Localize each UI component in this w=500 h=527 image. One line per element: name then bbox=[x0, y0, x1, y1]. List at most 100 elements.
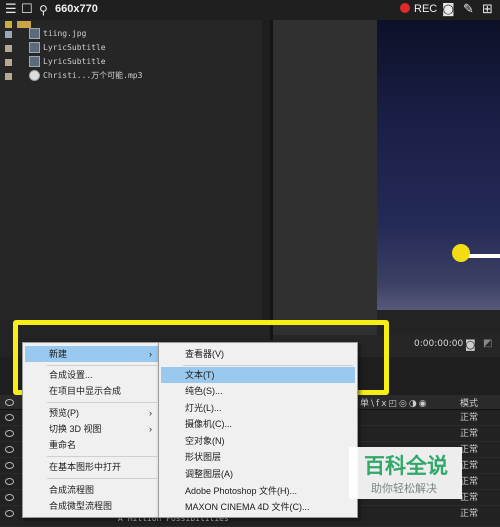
image-file-icon bbox=[29, 28, 40, 39]
menu-item-label: 重命名 bbox=[49, 440, 77, 450]
submenu-item-solid[interactable]: 纯色(S)... bbox=[161, 383, 355, 399]
menu-item-label: 合成微型流程图 bbox=[49, 501, 113, 511]
menu-item-rename[interactable]: 重命名 bbox=[25, 437, 158, 453]
label-swatch bbox=[5, 31, 12, 38]
menu-item-label: 预览(P) bbox=[49, 408, 79, 418]
mode-value[interactable]: 正常 bbox=[460, 474, 478, 487]
anchor-handle[interactable] bbox=[452, 244, 470, 262]
menu-item-flowchart[interactable]: 合成流程图 bbox=[25, 482, 158, 498]
window-icon[interactable]: ☐ bbox=[21, 3, 33, 17]
submenu-item-cinema4d-file[interactable]: MAXON CINEMA 4D 文件(C)... bbox=[161, 499, 355, 515]
mode-value[interactable]: 正常 bbox=[460, 490, 478, 503]
watermark: 百科全说 助你轻松解决 bbox=[349, 447, 462, 499]
snapshot-icon[interactable]: ◙ bbox=[465, 338, 476, 351]
menu-item-label: 纯色(S)... bbox=[185, 386, 223, 396]
camera-icon[interactable]: ◙ bbox=[442, 3, 455, 17]
eye-icon[interactable] bbox=[5, 414, 14, 421]
menu-item-label: 合成设置... bbox=[49, 370, 93, 380]
submenu-item-null-object[interactable]: 空对象(N) bbox=[161, 433, 355, 449]
menu-separator bbox=[47, 478, 157, 479]
menu-item-open-in-essential-graphics[interactable]: 在基本图形中打开 bbox=[25, 459, 158, 475]
menu-separator bbox=[183, 365, 353, 366]
viewer-pasteboard bbox=[273, 20, 377, 340]
menu-separator bbox=[47, 402, 157, 403]
menu-item-label: MAXON CINEMA 4D 文件(C)... bbox=[185, 502, 310, 512]
project-item-name: LyricSubtitle bbox=[43, 43, 106, 52]
project-item-name: Christi...万个可能.mp3 bbox=[43, 71, 143, 80]
composition-icon bbox=[29, 42, 40, 53]
submenu-item-camera[interactable]: 摄像机(C)... bbox=[161, 416, 355, 432]
chevron-right-icon: › bbox=[149, 349, 152, 359]
composition-frame[interactable] bbox=[377, 20, 500, 310]
menu-item-reveal-in-project[interactable]: 在项目中显示合成 bbox=[25, 383, 158, 399]
chevron-right-icon: › bbox=[149, 424, 152, 434]
record-dot-icon bbox=[400, 3, 410, 13]
menu-item-preview[interactable]: 预览(P) › bbox=[25, 405, 158, 421]
record-label: REC bbox=[414, 3, 438, 15]
eye-icon[interactable] bbox=[5, 510, 14, 517]
menu-item-comp-settings[interactable]: 合成设置... bbox=[25, 367, 158, 383]
mode-value[interactable]: 正常 bbox=[460, 458, 478, 471]
menu-item-label: 摄像机(C)... bbox=[185, 419, 232, 429]
switch-icons: 单\fx◰◎◑◉ bbox=[360, 399, 429, 409]
menu-item-label: 灯光(L)... bbox=[185, 403, 222, 413]
menu-separator bbox=[47, 456, 157, 457]
eye-icon[interactable] bbox=[5, 494, 14, 501]
menu-separator bbox=[47, 365, 157, 366]
menu-item-label: 查看器(V) bbox=[185, 349, 224, 359]
submenu-item-adjustment-layer[interactable]: 调整图层(A) bbox=[161, 466, 355, 482]
menu-item-label: Adobe Photoshop 文件(H)... bbox=[185, 486, 298, 496]
menu-item-label: 新建 bbox=[49, 349, 68, 359]
menu-item-new[interactable]: 新建 › bbox=[25, 346, 158, 362]
mode-value[interactable]: 正常 bbox=[460, 506, 478, 519]
menu-item-mini-flowchart[interactable]: 合成微型流程图 bbox=[25, 498, 158, 514]
label-swatch bbox=[5, 73, 12, 80]
submenu-item-light[interactable]: 灯光(L)... bbox=[161, 400, 355, 416]
eye-icon[interactable] bbox=[5, 462, 14, 469]
overflow-icon[interactable]: ◩ bbox=[483, 338, 492, 349]
mode-column-header: 模式 bbox=[460, 399, 479, 409]
pen-icon[interactable]: ✎ bbox=[463, 3, 474, 17]
menu-item-label: 切换 3D 视图 bbox=[49, 424, 102, 434]
record-button[interactable]: REC bbox=[400, 3, 437, 15]
menu-item-label: 在基本图形中打开 bbox=[49, 462, 122, 472]
audio-file-icon bbox=[29, 70, 40, 81]
project-row[interactable]: LyricSubtitle bbox=[0, 55, 260, 69]
project-row[interactable]: tiing.jpg bbox=[0, 27, 260, 41]
watermark-subtitle: 助你轻松解决 bbox=[371, 482, 437, 495]
eye-icon bbox=[5, 399, 14, 406]
submenu-item-shape-layer[interactable]: 形状图层 bbox=[161, 449, 355, 465]
eye-icon[interactable] bbox=[5, 446, 14, 453]
mode-value[interactable]: 正常 bbox=[460, 442, 478, 455]
eye-icon[interactable] bbox=[5, 478, 14, 485]
timecode[interactable]: 0:00:00:00 bbox=[414, 339, 463, 349]
submenu-item-photoshop-file[interactable]: Adobe Photoshop 文件(H)... bbox=[161, 483, 355, 499]
menu-item-label: 文本(T) bbox=[185, 370, 215, 380]
mode-value[interactable]: 正常 bbox=[460, 410, 478, 423]
submenu-item-text[interactable]: 文本(T) bbox=[161, 367, 355, 383]
menu-item-label: 空对象(N) bbox=[185, 436, 225, 446]
project-scrollbar[interactable] bbox=[262, 20, 270, 320]
project-item-name: tiing.jpg bbox=[43, 29, 87, 38]
project-row[interactable]: Christi...万个可能.mp3 bbox=[0, 69, 260, 83]
menu-item-label: 合成流程图 bbox=[49, 485, 95, 495]
menu-item-label: 形状图层 bbox=[185, 452, 222, 462]
capture-size: 660x770 bbox=[55, 3, 98, 15]
label-swatch bbox=[5, 59, 12, 66]
mode-value[interactable]: 正常 bbox=[460, 426, 478, 439]
eye-icon[interactable] bbox=[5, 430, 14, 437]
new-submenu: 查看器(V) 文本(T) 纯色(S)... 灯光(L)... 摄像机(C)...… bbox=[158, 342, 358, 518]
menu-icon[interactable]: ☰ bbox=[5, 3, 17, 17]
menu-item-label: 在项目中显示合成 bbox=[49, 386, 122, 396]
project-row[interactable]: LyricSubtitle bbox=[0, 41, 260, 55]
search-icon[interactable]: ⚲ bbox=[39, 3, 48, 17]
grid-icon[interactable]: ⊞ bbox=[482, 3, 493, 17]
project-panel: tiing.jpg LyricSubtitle LyricSubtitle Ch… bbox=[0, 20, 270, 320]
project-item-name: LyricSubtitle bbox=[43, 57, 106, 66]
watermark-title: 百科全说 bbox=[364, 454, 448, 478]
composition-icon bbox=[29, 56, 40, 67]
context-menu: 新建 › 合成设置... 在项目中显示合成 预览(P) › 切换 3D 视图 › 重命… bbox=[22, 342, 161, 518]
menu-item-switch-3d-view[interactable]: 切换 3D 视图 › bbox=[25, 421, 158, 437]
submenu-item-viewer[interactable]: 查看器(V) bbox=[161, 346, 355, 362]
chevron-right-icon: › bbox=[149, 408, 152, 418]
